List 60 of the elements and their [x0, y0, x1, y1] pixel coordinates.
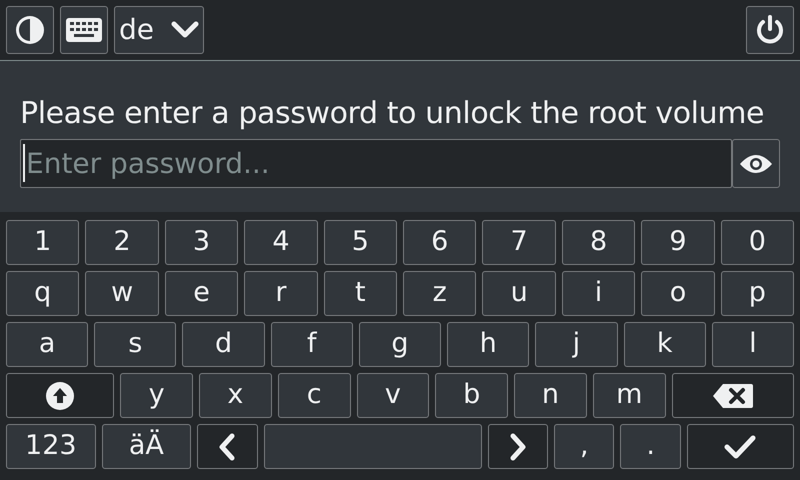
power-button[interactable] [746, 6, 794, 54]
keyboard-button[interactable] [60, 6, 108, 54]
layout-dropdown[interactable]: de [114, 6, 204, 54]
checkmark-icon [723, 434, 758, 460]
keyboard-icon [66, 18, 102, 42]
contrast-button[interactable] [6, 6, 54, 54]
key[interactable]: c [278, 373, 351, 418]
backspace-icon [712, 384, 753, 408]
key[interactable]: k [624, 322, 706, 367]
shift-icon [45, 380, 76, 410]
key[interactable]: e [164, 271, 238, 316]
key[interactable]: d [182, 322, 265, 367]
key[interactable]: o [641, 271, 715, 316]
key[interactable]: v [356, 373, 430, 418]
caret-icon [171, 21, 199, 39]
key[interactable]: u [482, 271, 556, 316]
key[interactable]: y [120, 373, 193, 418]
key[interactable]: 6 [403, 220, 476, 265]
key[interactable]: j [535, 322, 618, 367]
key[interactable]: n [514, 373, 587, 418]
key[interactable]: 1 [6, 220, 80, 265]
space-key[interactable] [264, 424, 482, 469]
key[interactable]: f [270, 322, 353, 367]
key[interactable]: x [198, 373, 272, 418]
backspace-key[interactable] [672, 373, 794, 418]
mode-key[interactable]: 123 [6, 424, 96, 469]
key[interactable]: 8 [562, 220, 636, 265]
key[interactable]: p [720, 271, 794, 316]
key[interactable]: b [435, 373, 508, 418]
key[interactable]: t [324, 271, 398, 316]
key[interactable]: 7 [482, 220, 556, 265]
key[interactable]: 4 [244, 220, 318, 265]
shift-key[interactable] [6, 373, 114, 418]
mode-key[interactable]: äÄ [102, 424, 192, 469]
key[interactable]: g [358, 322, 442, 367]
key[interactable]: l [712, 322, 794, 367]
key[interactable]: s [94, 322, 176, 367]
key[interactable]: m [592, 373, 666, 418]
key[interactable]: 2 [85, 220, 159, 265]
password-field[interactable]: Enter password... [20, 139, 732, 188]
enter-key[interactable] [686, 424, 794, 469]
key[interactable]: q [6, 271, 80, 316]
key[interactable]: 0 [720, 220, 794, 265]
key[interactable]: 5 [324, 220, 398, 265]
key[interactable]: w [85, 271, 159, 316]
key[interactable]: h [447, 322, 530, 367]
key[interactable]: 9 [641, 220, 715, 265]
prompt-message: Please enter a password to unlock the root volume [20, 97, 766, 131]
key[interactable]: a [6, 322, 88, 367]
contrast-icon [14, 14, 46, 46]
power-icon [754, 14, 786, 46]
key[interactable]: . [620, 424, 681, 469]
key[interactable]: , [554, 424, 614, 469]
key[interactable]: z [403, 271, 476, 316]
left-key[interactable] [197, 424, 258, 469]
show-password-button[interactable] [732, 139, 780, 188]
right-key[interactable] [488, 424, 548, 469]
key[interactable]: i [562, 271, 636, 316]
key[interactable]: r [244, 271, 318, 316]
key[interactable]: 3 [164, 220, 238, 265]
